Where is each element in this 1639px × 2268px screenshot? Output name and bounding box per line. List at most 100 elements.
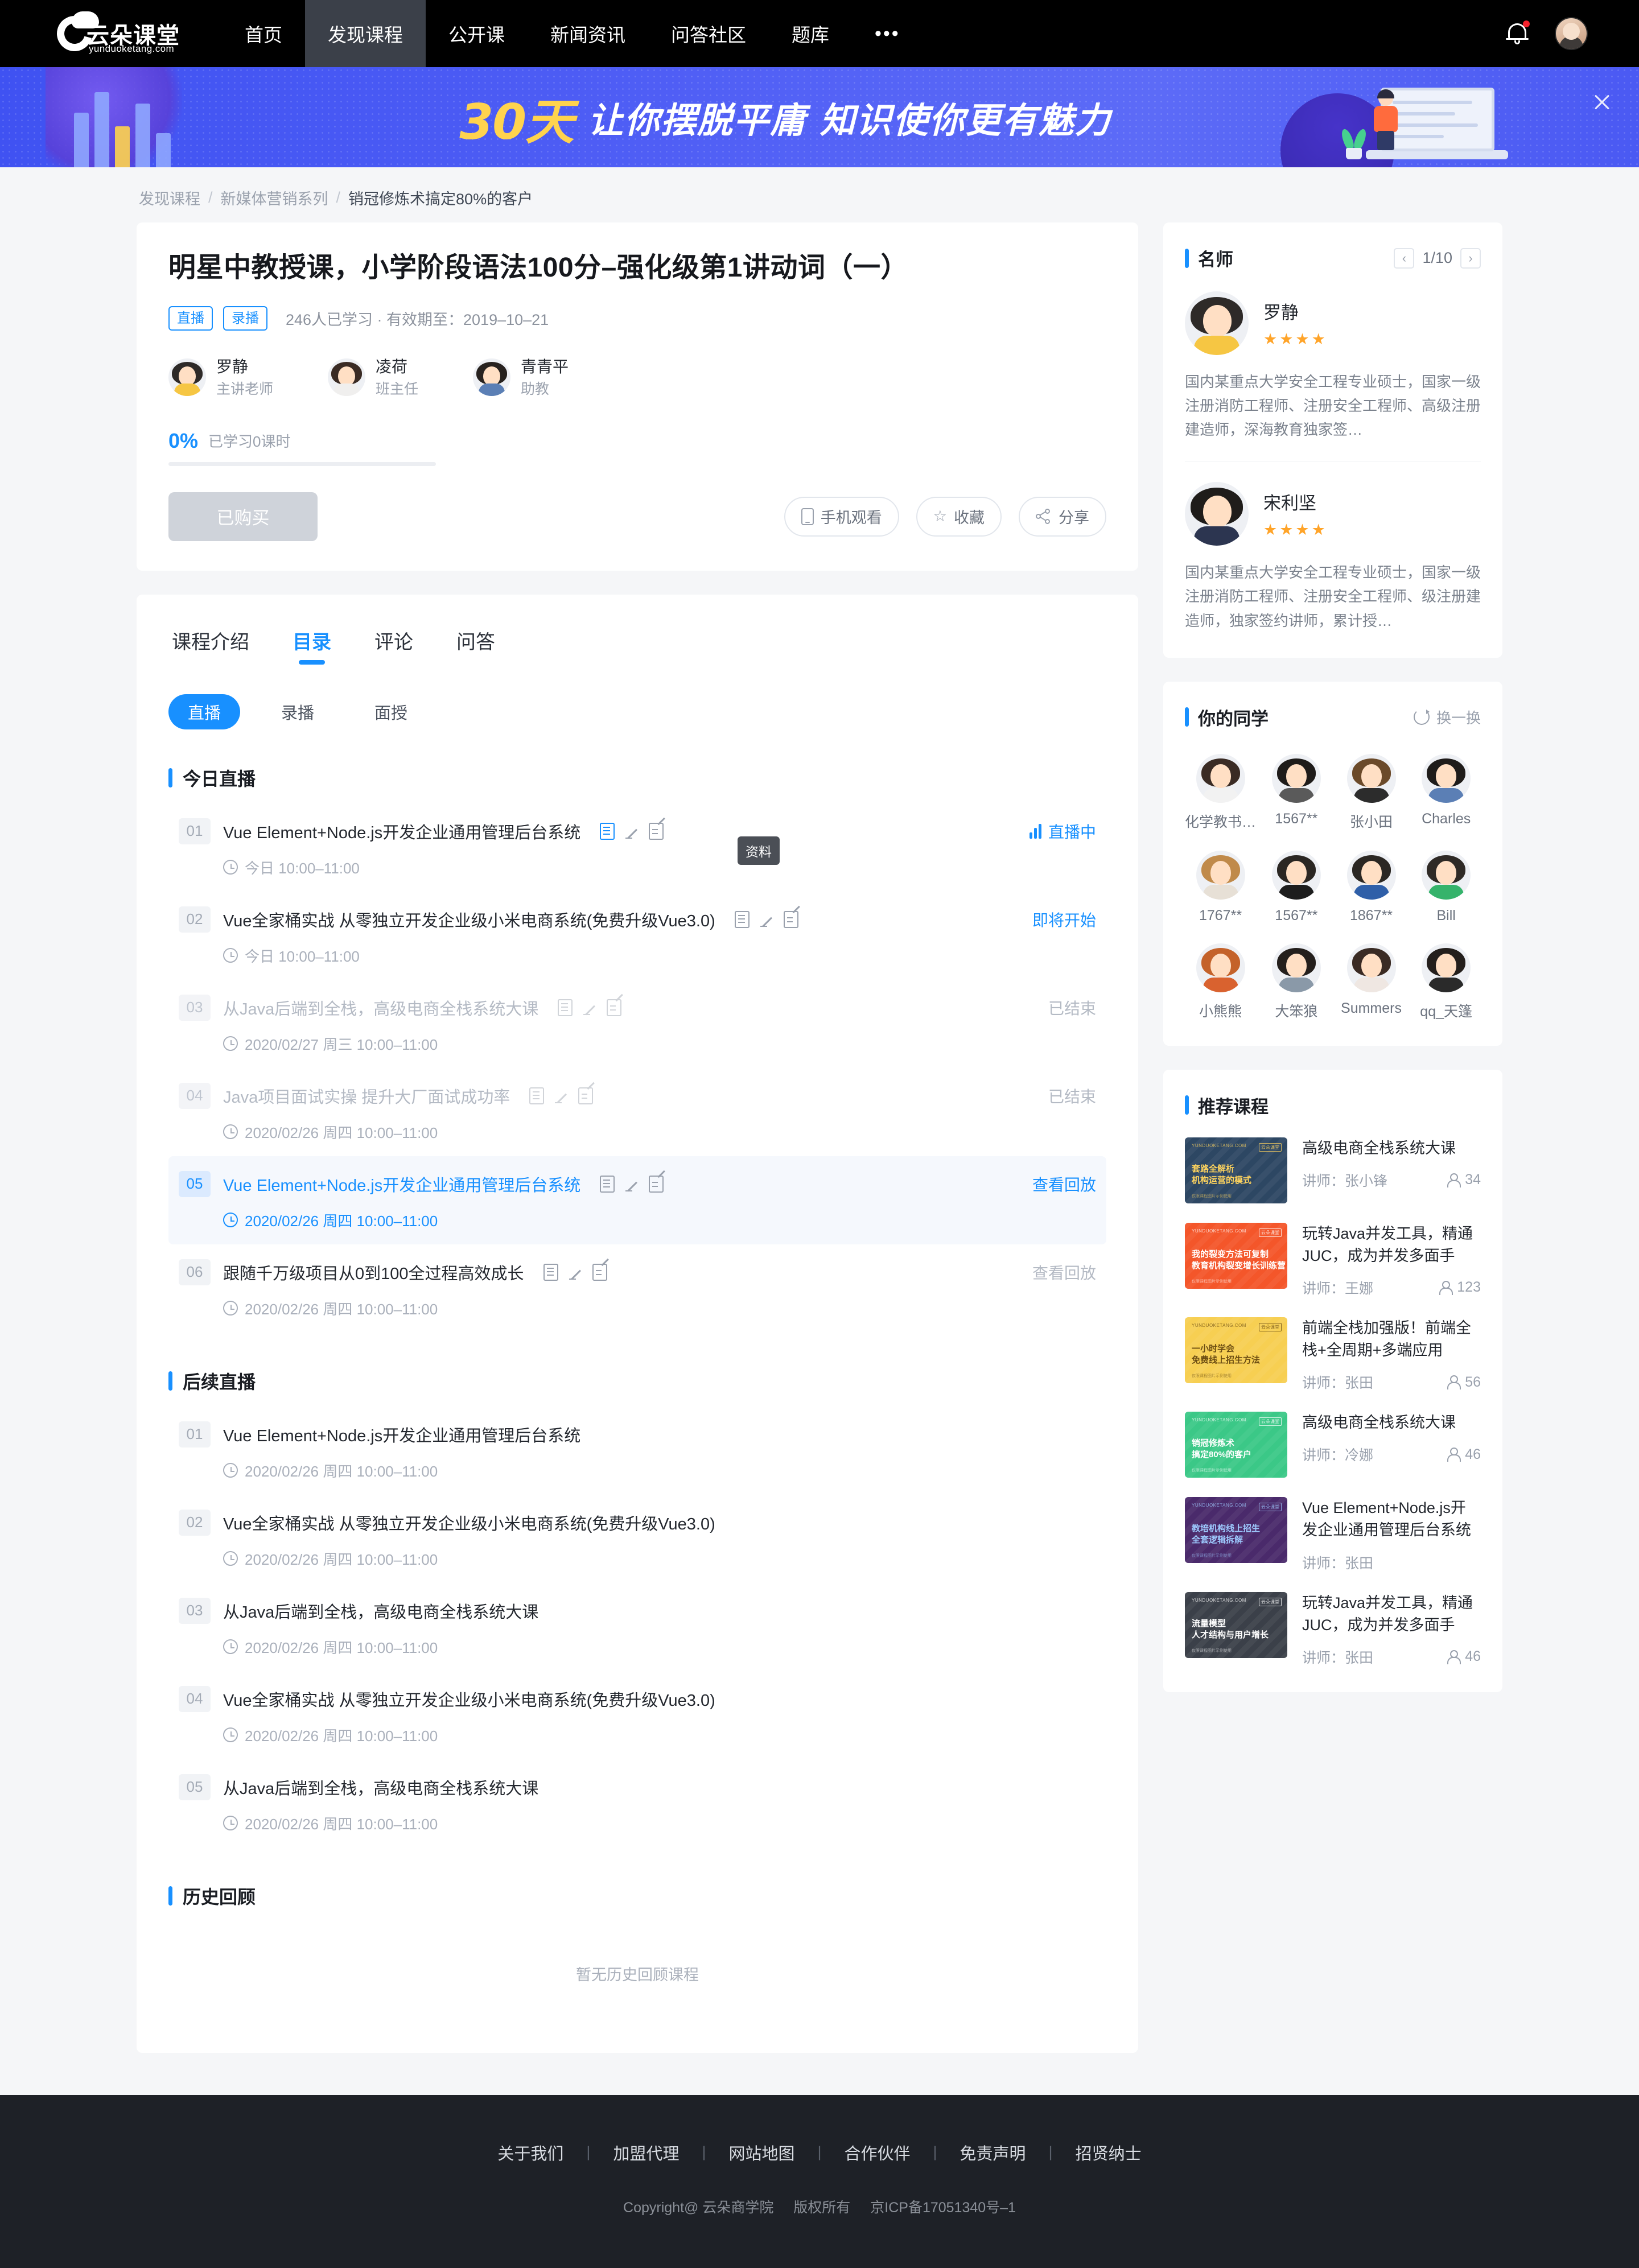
recommended-body: 前端全栈加强版！前端全栈+全周期+多端应用 讲师：张田 56 bbox=[1302, 1317, 1481, 1392]
subtab-2[interactable]: 面授 bbox=[355, 694, 427, 729]
footer-link-0[interactable]: 关于我们 bbox=[475, 2141, 586, 2164]
classmate-6[interactable]: 1867** bbox=[1337, 850, 1406, 924]
teacher-card-0[interactable]: 罗静 ★★★★ 国内某重点大学安全工程专业硕士，国家一级注册消防工程师、注册安全工程… bbox=[1185, 291, 1481, 442]
breadcrumb-item-0[interactable]: 发现课程 bbox=[139, 187, 200, 209]
user-avatar[interactable] bbox=[1555, 17, 1588, 50]
sidebar-column: 名师 ‹ 1/10 › 罗静 ★★★★ 国内某重点大学安全工程专业硕士，国家一级注册… bbox=[1163, 222, 1502, 1716]
classmate-7[interactable]: Bill bbox=[1411, 850, 1481, 924]
note-icon[interactable] bbox=[649, 822, 664, 840]
footer-link-3[interactable]: 合作伙伴 bbox=[822, 2141, 933, 2164]
lesson-row[interactable]: 03 从Java后端到全栈，高级电商全栈系统大课 2020/02/26 周四 10:… bbox=[168, 1583, 1106, 1671]
teacher-0[interactable]: 罗静 主讲老师 bbox=[168, 356, 273, 399]
lesson-status[interactable]: 即将开始 bbox=[1032, 908, 1096, 931]
classmate-11[interactable]: qq_天篷 bbox=[1411, 943, 1481, 1021]
note-icon[interactable] bbox=[578, 1087, 594, 1104]
doc-icon[interactable] bbox=[529, 1087, 545, 1104]
footer-link-2[interactable]: 网站地图 bbox=[706, 2141, 817, 2164]
recommended-item-1[interactable]: YUNDUOKETANG.COM 云朵课堂 我的裂变方法可复制 教育机构裂变增长训练营… bbox=[1185, 1222, 1481, 1298]
lesson-row[interactable]: 02 Vue全家桶实战 从零独立开发企业级小米电商系统(免费升级Vue3.0) 即将… bbox=[168, 892, 1106, 980]
lesson-row[interactable]: 02 Vue全家桶实战 从零独立开发企业级小米电商系统(免费升级Vue3.0) 20… bbox=[168, 1495, 1106, 1583]
tab-1[interactable]: 目录 bbox=[289, 617, 335, 666]
footer-link-5[interactable]: 招贤纳士 bbox=[1053, 2141, 1164, 2164]
teacher-2[interactable]: 青青平 助教 bbox=[473, 356, 569, 399]
nav-item-4[interactable]: 问答社区 bbox=[648, 0, 769, 67]
pen-icon[interactable] bbox=[568, 1264, 583, 1281]
nav-item-5[interactable]: 题库 bbox=[769, 0, 852, 67]
bell-clapper bbox=[1514, 40, 1520, 44]
star-icon: ☆ bbox=[933, 508, 947, 525]
lesson-row[interactable]: 04 Java项目面试实操 提升大厂面试成功率 已结束 2020/02/26 周四 1… bbox=[168, 1068, 1106, 1156]
nav-item-2[interactable]: 公开课 bbox=[426, 0, 528, 67]
classmate-8[interactable]: 小熊熊 bbox=[1185, 943, 1256, 1021]
classmate-2[interactable]: 张小田 bbox=[1337, 753, 1406, 831]
share-button[interactable]: 分享 bbox=[1019, 496, 1106, 537]
classmate-0[interactable]: 化学教书… bbox=[1185, 753, 1256, 831]
lesson-row[interactable]: 01 Vue Element+Node.js开发企业通用管理后台系统 直播中 今日 1… bbox=[168, 803, 1106, 892]
doc-icon[interactable] bbox=[558, 999, 573, 1016]
note-icon[interactable] bbox=[607, 999, 622, 1016]
lesson-status[interactable]: 已结束 bbox=[1048, 1084, 1096, 1107]
lesson-row[interactable]: 05 从Java后端到全栈，高级电商全栈系统大课 2020/02/26 周四 10:… bbox=[168, 1759, 1106, 1848]
subtab-0[interactable]: 直播 bbox=[168, 694, 241, 729]
footer-link-1[interactable]: 加盟代理 bbox=[590, 2141, 702, 2164]
close-icon[interactable] bbox=[1589, 89, 1615, 115]
recommended-item-4[interactable]: YUNDUOKETANG.COM 云朵课堂 教培机构线上招生 全套逻辑拆解 仅限课程图片… bbox=[1185, 1497, 1481, 1572]
doc-icon[interactable] bbox=[734, 910, 750, 928]
notification-bell-icon[interactable] bbox=[1506, 20, 1530, 46]
lesson-status[interactable]: 直播中 bbox=[1029, 820, 1096, 843]
lesson-row[interactable]: 03 从Java后端到全栈，高级电商全栈系统大课 已结束 2020/02/27 周三 … bbox=[168, 980, 1106, 1068]
refresh-classmates-button[interactable]: 换一换 bbox=[1413, 707, 1481, 728]
classmate-9[interactable]: 大笨狼 bbox=[1262, 943, 1331, 1021]
doc-icon[interactable] bbox=[543, 1263, 558, 1281]
pen-icon[interactable] bbox=[759, 911, 774, 928]
pen-icon[interactable] bbox=[624, 1176, 639, 1193]
lesson-status[interactable]: 查看回放 bbox=[1032, 1173, 1096, 1195]
chevron-right-icon[interactable]: › bbox=[1460, 248, 1481, 269]
purchased-button[interactable]: 已购买 bbox=[168, 492, 318, 541]
thumb-footnote: 仅限课程图片示例使用 bbox=[1192, 1648, 1232, 1653]
pen-icon[interactable] bbox=[582, 999, 597, 1016]
lesson-row[interactable]: 05 Vue Element+Node.js开发企业通用管理后台系统 查看回放 202… bbox=[168, 1156, 1106, 1244]
nav-more-button[interactable]: ••• bbox=[852, 0, 923, 67]
favorite-button[interactable]: ☆ 收藏 bbox=[916, 496, 1002, 537]
note-icon[interactable] bbox=[649, 1175, 664, 1193]
breadcrumb-item-1[interactable]: 新媒体营销系列 bbox=[221, 187, 328, 209]
classmate-1[interactable]: 1567** bbox=[1262, 753, 1331, 831]
recommended-item-2[interactable]: YUNDUOKETANG.COM 云朵课堂 一小时学会 免费线上招生方法 仅限课程图片示… bbox=[1185, 1317, 1481, 1392]
lesson-time: 2020/02/26 周四 10:00–11:00 bbox=[223, 1813, 1096, 1834]
lesson-status[interactable]: 已结束 bbox=[1048, 996, 1096, 1019]
pen-icon[interactable] bbox=[624, 823, 639, 840]
lesson-row[interactable]: 06 跟随千万级项目从0到100全过程高效成长 查看回放 2020/02/26 周四 … bbox=[168, 1244, 1106, 1333]
tab-0[interactable]: 课程介绍 bbox=[168, 617, 253, 666]
teacher-1[interactable]: 凌荷 班主任 bbox=[328, 356, 418, 399]
lesson-row[interactable]: 01 Vue Element+Node.js开发企业通用管理后台系统 2020/02… bbox=[168, 1407, 1106, 1495]
teacher-card-1[interactable]: 宋利坚 ★★★★ 国内某重点大学安全工程专业硕士，国家一级注册消防工程师、注册安全工… bbox=[1185, 482, 1481, 632]
tab-2[interactable]: 评论 bbox=[371, 617, 417, 666]
doc-icon[interactable] bbox=[600, 822, 615, 840]
lesson-row[interactable]: 04 Vue全家桶实战 从零独立开发企业级小米电商系统(免费升级Vue3.0) 20… bbox=[168, 1671, 1106, 1759]
nav-item-3[interactable]: 新闻资讯 bbox=[528, 0, 648, 67]
note-icon[interactable] bbox=[783, 910, 798, 928]
nav-item-0[interactable]: 首页 bbox=[222, 0, 305, 67]
classmate-3[interactable]: Charles bbox=[1411, 753, 1481, 831]
footer-link-4[interactable]: 免责声明 bbox=[937, 2141, 1049, 2164]
subtab-1[interactable]: 录播 bbox=[262, 694, 333, 729]
pen-icon[interactable] bbox=[554, 1087, 569, 1104]
recommended-item-0[interactable]: YUNDUOKETANG.COM 云朵课堂 套路全解析 机构运营的模式 仅限课程图片示例… bbox=[1185, 1137, 1481, 1203]
watch-on-phone-button[interactable]: 手机观看 bbox=[784, 496, 899, 537]
recommended-item-5[interactable]: YUNDUOKETANG.COM 云朵课堂 流量模型 人才结构与用户增长 仅限课程图片示… bbox=[1185, 1591, 1481, 1667]
classmate-5[interactable]: 1567** bbox=[1262, 850, 1331, 924]
recommended-item-3[interactable]: YUNDUOKETANG.COM 云朵课堂 销冠修炼术 搞定80%的客户 仅限课程图片示… bbox=[1185, 1412, 1481, 1478]
site-logo[interactable]: 云朵课堂 yunduoketang.com bbox=[0, 0, 222, 67]
note-icon[interactable] bbox=[592, 1263, 607, 1281]
promo-banner[interactable]: 30天 让你摆脱平庸 知识使你更有魅力 bbox=[0, 67, 1639, 167]
lesson-top: 02 Vue全家桶实战 从零独立开发企业级小米电商系统(免费升级Vue3.0) bbox=[179, 1509, 1096, 1536]
chevron-left-icon[interactable]: ‹ bbox=[1394, 248, 1415, 269]
logo-text-en: yunduoketang.com bbox=[89, 43, 175, 54]
tab-3[interactable]: 问答 bbox=[453, 617, 499, 666]
doc-icon[interactable] bbox=[600, 1175, 615, 1193]
lesson-status[interactable]: 查看回放 bbox=[1032, 1261, 1096, 1284]
classmate-4[interactable]: 1767** bbox=[1185, 850, 1256, 924]
classmate-10[interactable]: Summers bbox=[1337, 943, 1406, 1021]
nav-item-1[interactable]: 发现课程 bbox=[305, 0, 426, 67]
